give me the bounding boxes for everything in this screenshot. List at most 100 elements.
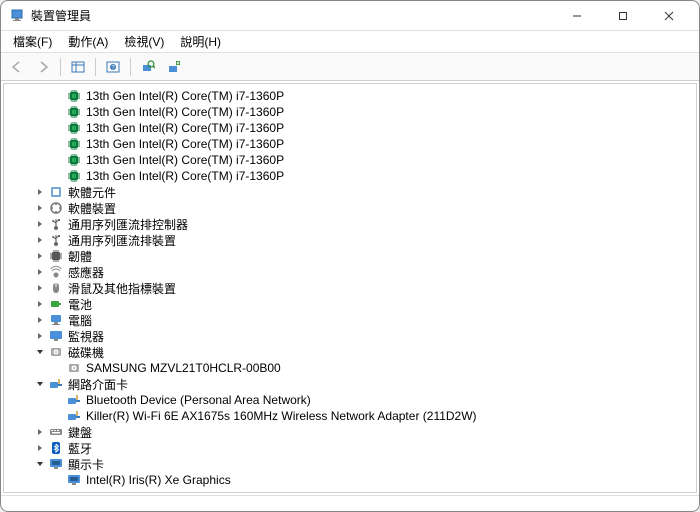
close-button[interactable]: [647, 2, 691, 30]
category-keyboards[interactable]: 鍵盤: [16, 424, 696, 440]
chevron-down-icon[interactable]: [34, 346, 46, 358]
scan-hardware-button[interactable]: [136, 56, 160, 78]
device-display-intel-iris[interactable]: Intel(R) Iris(R) Xe Graphics: [16, 472, 696, 488]
menubar: 檔案(F) 動作(A) 檢視(V) 說明(H): [1, 31, 699, 53]
category-label: 通用序列匯流排裝置: [68, 232, 176, 249]
processor-icon: [66, 168, 82, 184]
network-adapter-icon: [48, 376, 64, 392]
category-label: 網路介面卡: [68, 376, 128, 393]
chevron-right-icon[interactable]: [34, 282, 46, 294]
chevron-right-icon[interactable]: [34, 186, 46, 198]
chevron-right-icon[interactable]: [34, 266, 46, 278]
chevron-down-icon[interactable]: [34, 458, 46, 470]
window-controls: [555, 2, 691, 30]
toolbar-separator: [95, 58, 96, 76]
category-firmware[interactable]: 韌體: [16, 248, 696, 264]
category-usb-controllers[interactable]: 通用序列匯流排控制器: [16, 216, 696, 232]
category-label: 韌體: [68, 248, 92, 265]
disk-drive-icon: [48, 344, 64, 360]
category-network-adapters[interactable]: 網路介面卡: [16, 376, 696, 392]
computer-icon: [48, 312, 64, 328]
minimize-button[interactable]: [555, 2, 599, 30]
category-bluetooth[interactable]: 藍牙: [16, 440, 696, 456]
device-tree[interactable]: 13th Gen Intel(R) Core(TM) i7-1360P13th …: [3, 83, 697, 493]
category-mice[interactable]: 滑鼠及其他指標裝置: [16, 280, 696, 296]
disk-drive-icon: [66, 360, 82, 376]
chevron-down-icon[interactable]: [34, 378, 46, 390]
device-network-killer-wifi[interactable]: Killer(R) Wi-Fi 6E AX1675s 160MHz Wirele…: [16, 408, 696, 424]
device-label: 13th Gen Intel(R) Core(TM) i7-1360P: [86, 137, 284, 151]
processor-icon: [66, 136, 82, 152]
toolbar-separator: [60, 58, 61, 76]
forward-button[interactable]: [31, 56, 55, 78]
chevron-right-icon[interactable]: [34, 234, 46, 246]
device-label: 13th Gen Intel(R) Core(TM) i7-1360P: [86, 89, 284, 103]
keyboard-icon: [48, 424, 64, 440]
processor-icon: [66, 104, 82, 120]
device-network-bluetooth-pan[interactable]: Bluetooth Device (Personal Area Network): [16, 392, 696, 408]
device-processor[interactable]: 13th Gen Intel(R) Core(TM) i7-1360P: [16, 104, 696, 120]
menu-file[interactable]: 檔案(F): [5, 31, 60, 52]
usb-icon: [48, 232, 64, 248]
processor-icon: [66, 152, 82, 168]
chevron-right-icon[interactable]: [34, 202, 46, 214]
chevron-right-icon[interactable]: [34, 218, 46, 230]
device-label: Bluetooth Device (Personal Area Network): [86, 393, 311, 407]
category-usb-devices[interactable]: 通用序列匯流排裝置: [16, 232, 696, 248]
category-label: 通用序列匯流排控制器: [68, 216, 188, 233]
help-button[interactable]: ?: [101, 56, 125, 78]
add-driver-button[interactable]: [162, 56, 186, 78]
titlebar: 裝置管理員: [1, 1, 699, 31]
device-processor[interactable]: 13th Gen Intel(R) Core(TM) i7-1360P: [16, 88, 696, 104]
device-disk-samsung[interactable]: SAMSUNG MZVL21T0HCLR-00B00: [16, 360, 696, 376]
device-label: Intel(R) Iris(R) Xe Graphics: [86, 473, 231, 487]
device-processor[interactable]: 13th Gen Intel(R) Core(TM) i7-1360P: [16, 120, 696, 136]
category-label: 滑鼠及其他指標裝置: [68, 280, 176, 297]
toolbar-separator: [130, 58, 131, 76]
software-component-icon: [48, 184, 64, 200]
device-label: Killer(R) Wi-Fi 6E AX1675s 160MHz Wirele…: [86, 409, 477, 423]
device-processor[interactable]: 13th Gen Intel(R) Core(TM) i7-1360P: [16, 136, 696, 152]
device-label: 13th Gen Intel(R) Core(TM) i7-1360P: [86, 105, 284, 119]
show-hide-console-button[interactable]: [66, 56, 90, 78]
menu-view[interactable]: 檢視(V): [116, 31, 172, 52]
chevron-right-icon[interactable]: [34, 426, 46, 438]
category-batteries[interactable]: 電池: [16, 296, 696, 312]
category-software-components[interactable]: 軟體元件: [16, 184, 696, 200]
device-label: SAMSUNG MZVL21T0HCLR-00B00: [86, 361, 281, 375]
category-label: 監視器: [68, 328, 104, 345]
maximize-button[interactable]: [601, 2, 645, 30]
chevron-right-icon[interactable]: [34, 330, 46, 342]
menu-help[interactable]: 說明(H): [172, 31, 229, 52]
device-label: 13th Gen Intel(R) Core(TM) i7-1360P: [86, 121, 284, 135]
network-adapter-icon: [66, 392, 82, 408]
device-processor[interactable]: 13th Gen Intel(R) Core(TM) i7-1360P: [16, 152, 696, 168]
category-software-devices[interactable]: 軟體裝置: [16, 200, 696, 216]
firmware-icon: [48, 248, 64, 264]
category-disk-drives[interactable]: 磁碟機: [16, 344, 696, 360]
back-button[interactable]: [5, 56, 29, 78]
category-sensors[interactable]: 感應器: [16, 264, 696, 280]
category-computer[interactable]: 電腦: [16, 312, 696, 328]
chevron-right-icon[interactable]: [34, 442, 46, 454]
toolbar: ?: [1, 53, 699, 81]
chevron-right-icon[interactable]: [34, 314, 46, 326]
usb-icon: [48, 216, 64, 232]
statusbar: [1, 495, 699, 511]
category-monitors[interactable]: 監視器: [16, 328, 696, 344]
bluetooth-icon: [48, 440, 64, 456]
chevron-right-icon[interactable]: [34, 298, 46, 310]
menu-action[interactable]: 動作(A): [60, 31, 116, 52]
display-adapter-icon: [48, 456, 64, 472]
mouse-icon: [48, 280, 64, 296]
app-icon: [9, 8, 25, 24]
device-processor[interactable]: 13th Gen Intel(R) Core(TM) i7-1360P: [16, 168, 696, 184]
category-label: 顯示卡: [68, 456, 104, 473]
category-display-adapters[interactable]: 顯示卡: [16, 456, 696, 472]
display-adapter-icon: [66, 472, 82, 488]
device-manager-window: 裝置管理員 檔案(F) 動作(A) 檢視(V) 說明(H): [0, 0, 700, 512]
chevron-right-icon[interactable]: [34, 250, 46, 262]
category-label: 磁碟機: [68, 344, 104, 361]
window-title: 裝置管理員: [31, 7, 555, 24]
software-device-icon: [48, 200, 64, 216]
